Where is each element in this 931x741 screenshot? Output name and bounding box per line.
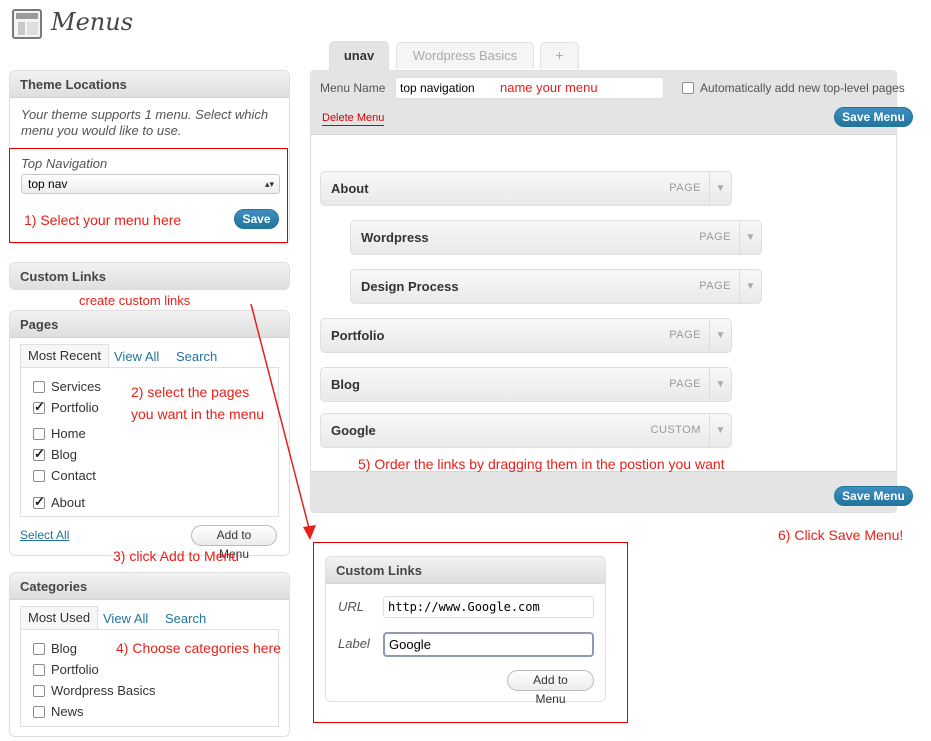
annotation-arrow-head [303, 525, 316, 540]
annotation-arrow-line [250, 303, 311, 533]
annotation-arrow [250, 303, 316, 540]
